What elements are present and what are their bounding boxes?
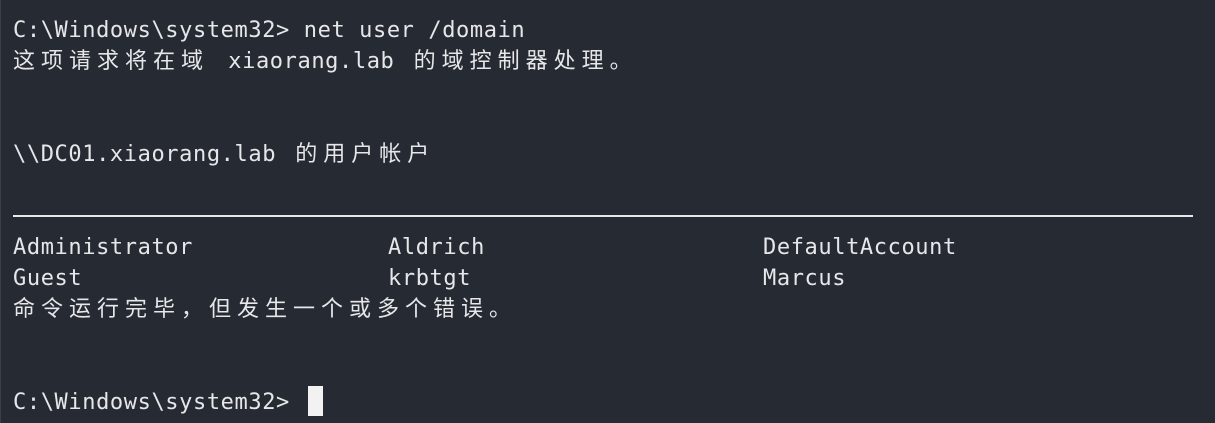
terminal-window[interactable]: C:\Windows\system32> net user /domain 这项…: [0, 0, 1215, 423]
domain-message-prefix: 这项请求将在域: [13, 49, 229, 74]
separator-line: [13, 215, 1193, 217]
command-line: C:\Windows\system32> net user /domain: [13, 18, 526, 43]
prompt-text: C:\Windows\system32>: [13, 390, 304, 415]
prompt-line[interactable]: C:\Windows\system32>: [13, 386, 323, 416]
account-name: Administrator: [13, 235, 193, 260]
completion-message: 命令运行完毕，但发生一个或多个错误。: [13, 297, 518, 322]
domain-name: xiaorang.lab: [228, 49, 395, 74]
accounts-header: \\DC01.xiaorang.lab 的用户帐户: [13, 141, 435, 169]
accounts-header-path: \\DC01.xiaorang.lab: [13, 142, 277, 167]
account-name: Guest: [13, 266, 83, 291]
account-name: krbtgt: [388, 266, 472, 291]
domain-message-suffix: 的域控制器处理。: [394, 49, 638, 74]
domain-message: 这项请求将在域 xiaorang.lab 的域控制器处理。: [13, 48, 638, 76]
accounts-header-suffix: 的用户帐户: [276, 142, 436, 167]
text-cursor: [307, 386, 323, 416]
account-name: DefaultAccount: [763, 235, 957, 260]
account-name: Marcus: [763, 266, 847, 291]
account-name: Aldrich: [388, 235, 485, 260]
